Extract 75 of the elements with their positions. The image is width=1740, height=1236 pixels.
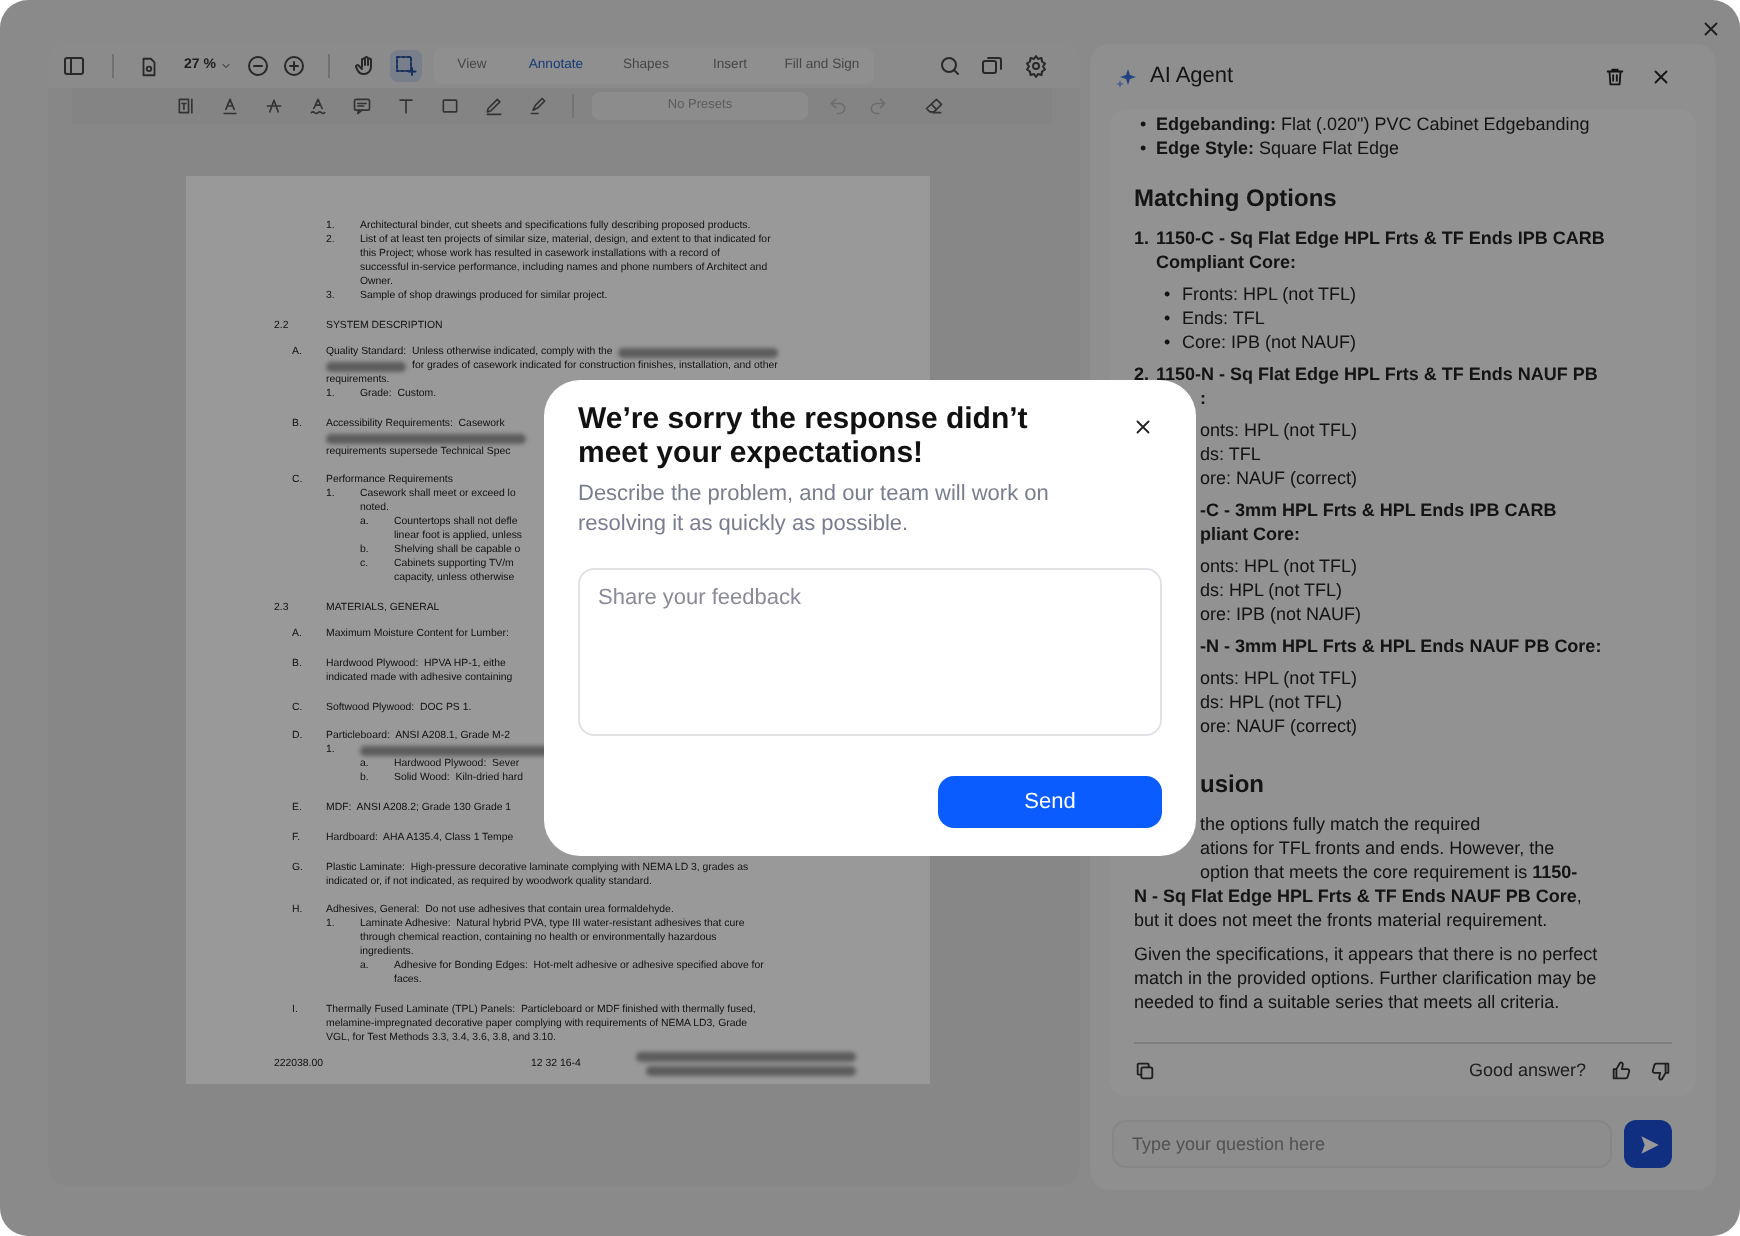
message-text: ore: IPB (not NAUF) [1200,602,1362,626]
chevron-down-icon [219,60,232,72]
message-text: Edge Style: Square Flat Edge [1156,136,1400,160]
message-text: the options fully match the required [1200,812,1483,836]
search-icon[interactable] [937,54,962,78]
selection-tool[interactable] [389,50,422,82]
message-text: onts: HPL (not TFL) [1200,554,1358,578]
bullet-mark: • [1162,330,1173,354]
bullet-mark: • [1138,112,1149,136]
message-text: ds: HPL (not TFL) [1200,690,1343,714]
redacted-text [326,362,406,372]
sparkle-icon [1114,65,1138,89]
message-text: onts: HPL (not TFL) [1200,666,1358,690]
trash-icon[interactable] [1604,66,1626,88]
comment-icon[interactable] [352,96,372,116]
list-number: 2. [1134,362,1152,386]
strikethrough-icon[interactable] [264,96,284,116]
option-title: -N - 3mm HPL Frts & HPL Ends NAUF PB Core: [1200,634,1602,658]
bullet-mark: • [1138,136,1149,160]
copy-icon[interactable] [1134,1059,1156,1081]
option-title: 1150-N - Sq Flat Edge HPL Frts & TF Ends NAUF PB [1156,362,1598,386]
message-heading: usion [1200,768,1266,800]
settings-icon[interactable] [1023,54,1048,78]
comments-icon[interactable] [979,54,1004,78]
thumbs-up-icon[interactable] [1610,1059,1632,1081]
list-number: 1. [1134,226,1152,250]
message-text: ore: NAUF (correct) [1200,466,1358,490]
message-text: option that meets the core requirement is 1150- [1200,860,1580,884]
message-text: Ends: TFL [1182,306,1265,330]
selection-icon [393,54,418,78]
dialog-title: We’re sorry the response didn’t meet your expectations! [578,402,1030,470]
feedback-field[interactable]: Share your feedback [578,568,1162,736]
option-title: Compliant Core: [1156,250,1297,274]
pen-icon[interactable] [484,96,504,116]
document-icon[interactable] [138,55,160,77]
message-text: onts: HPL (not TFL) [1200,418,1358,442]
rectangle-icon[interactable] [440,96,460,116]
option-title: 1150-C - Sq Flat Edge HPL Frts & TF Ends IPB CARB [1156,226,1605,250]
send-button[interactable] [1624,1120,1672,1168]
underline-icon[interactable] [220,96,240,116]
bullet-mark: • [1162,282,1173,306]
feedback-prompt: Good answer? [1468,1058,1586,1082]
message-text: Core: IPB (not NAUF) [1182,330,1357,354]
close-icon [1131,415,1153,437]
question-field[interactable]: Type your question here [1112,1120,1612,1168]
highlighter-icon[interactable] [528,96,548,116]
send-button[interactable]: Send [938,776,1162,828]
text-box-icon[interactable] [176,96,196,116]
option-title: : [1200,386,1206,410]
message-text: but it does not meet the fronts material requirement. [1134,908,1550,932]
message-text: ds: HPL (not TFL) [1200,578,1343,602]
message-text: ations for TFL fronts and ends. However, the [1200,836,1557,860]
send-icon [1635,1131,1661,1157]
dialog-description: Describe the problem, and our team will work on resolving it as quickly as possible. [578,480,1051,540]
zoom-out-icon[interactable] [245,54,270,78]
panel-title: AI Agent [1150,62,1234,93]
close-icon[interactable] [1650,66,1672,88]
option-title: pliant Core: [1200,522,1301,546]
text-tool-icon[interactable] [396,96,416,116]
option-title: -C - 3mm HPL Frts & HPL Ends IPB CARB [1200,498,1557,522]
close-icon [1699,17,1721,39]
message-text: Given the specifications, it appears that there is no perfect match in the provided options. Further clarification may be needed to find a suitable series that meets all criteria. [1134,942,1598,1014]
thumbs-down-icon[interactable] [1650,1059,1672,1081]
zoom-in-icon[interactable] [281,54,306,78]
bullet-mark: • [1162,306,1173,330]
message-text: Fronts: HPL (not TFL) [1182,282,1357,306]
message-text: ore: NAUF (correct) [1200,714,1358,738]
sidebar-icon[interactable] [62,54,86,78]
message-text: N - Sq Flat Edge HPL Frts & TF Ends NAUF PB Core, [1134,884,1584,908]
message-text: ds: TFL [1200,442,1261,466]
eraser-icon[interactable] [924,96,944,116]
message-text: Edgebanding: Flat (.020") PVC Cabinet Edgebanding [1156,112,1590,136]
squiggly-underline-icon[interactable] [308,96,328,116]
message-heading: Matching Options [1134,182,1339,214]
hand-icon [353,54,378,78]
